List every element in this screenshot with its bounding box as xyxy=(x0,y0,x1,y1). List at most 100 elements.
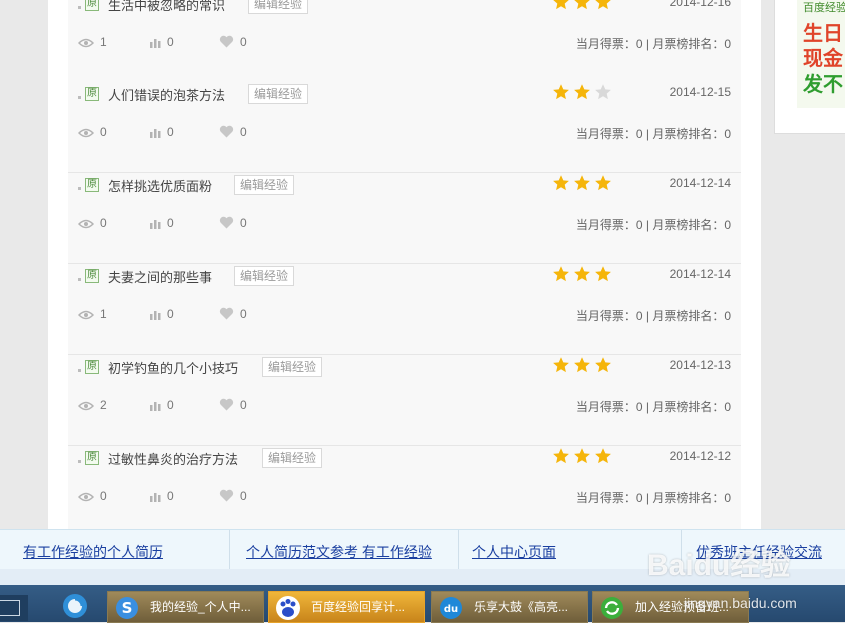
bullet xyxy=(78,187,81,190)
eye-icon xyxy=(77,398,100,412)
edit-experience-button[interactable]: 编辑经验 xyxy=(234,175,295,195)
bullet xyxy=(78,96,81,99)
taskbar-button-baidu[interactable]: 百度经验回享计... xyxy=(268,591,425,623)
eye-icon xyxy=(77,125,100,139)
rating-stars xyxy=(552,83,615,101)
bar-chart-icon xyxy=(150,216,167,230)
experience-title-link[interactable]: 夫妻之间的那些事 xyxy=(108,267,212,286)
eye-icon xyxy=(77,216,100,230)
vote-count: 0 xyxy=(150,35,174,49)
like-count[interactable]: 0 xyxy=(219,307,247,321)
view-count: 1 xyxy=(77,307,107,321)
monthly-rank: 当月得票：0 | 月票榜排名：0 xyxy=(575,218,731,232)
like-count-value: 0 xyxy=(240,398,247,412)
taskbar-button-label: 百度经验回享计... xyxy=(311,600,406,614)
watermark-url: jingyan.baidu.com xyxy=(684,595,797,611)
experience-list: 原生活中被忽略的常识 编辑经验 2014-12-16 1 0 0 当月得票：0 | 月票榜排… xyxy=(48,0,761,530)
divider xyxy=(229,530,230,570)
like-count[interactable]: 0 xyxy=(219,125,247,139)
view-count: 1 xyxy=(77,35,107,49)
star-icon xyxy=(553,175,569,191)
like-count[interactable]: 0 xyxy=(219,35,247,49)
rating-stars xyxy=(552,174,615,192)
taskbar-button-label: 我的经验_个人中... xyxy=(150,600,251,614)
star-icon xyxy=(574,266,590,282)
sidebar-ad[interactable]: 百度经验 生日 现金 发不 xyxy=(774,0,845,134)
browser-pinned-icon[interactable] xyxy=(58,591,92,621)
star-icon xyxy=(595,175,611,191)
list-item: 原夫妻之间的那些事 编辑经验 2014-12-14 1 0 0 当月得票：0 | 月票榜排名… xyxy=(68,264,741,355)
edit-experience-button[interactable]: 编辑经验 xyxy=(248,0,309,14)
star-icon xyxy=(553,357,569,373)
svg-text:S: S xyxy=(122,599,133,617)
like-count[interactable]: 0 xyxy=(219,489,247,503)
heart-icon xyxy=(219,398,240,412)
related-link[interactable]: 个人中心页面 xyxy=(472,542,556,562)
baidu-watermark: Baidu经验 jingyan.baidu.com xyxy=(647,540,837,620)
vote-count-value: 0 xyxy=(167,216,174,230)
vote-count: 0 xyxy=(150,489,174,503)
related-link[interactable]: 有工作经验的个人简历 xyxy=(23,542,163,562)
eye-icon xyxy=(77,489,100,503)
like-count-value: 0 xyxy=(240,216,247,230)
view-count-value: 0 xyxy=(100,216,107,230)
like-count-value: 0 xyxy=(240,489,247,503)
view-count-value: 1 xyxy=(100,35,107,49)
view-count-value: 0 xyxy=(100,125,107,139)
like-count[interactable]: 0 xyxy=(219,398,247,412)
list-item: 原人们错误的泡茶方法 编辑经验 2014-12-15 0 0 0 当月得票：0 | 月票榜排… xyxy=(68,82,741,173)
divider xyxy=(458,530,459,570)
like-count[interactable]: 0 xyxy=(219,216,247,230)
original-badge: 原 xyxy=(85,451,99,465)
publish-date: 2014-12-14 xyxy=(669,267,731,281)
experience-title-link[interactable]: 过敏性鼻炎的治疗方法 xyxy=(108,449,238,468)
experience-title-link[interactable]: 初学钓鱼的几个小技巧 xyxy=(108,358,238,377)
ad-banner[interactable]: 百度经验 生日 现金 发不 xyxy=(797,0,845,108)
bar-chart-icon xyxy=(150,35,167,49)
experience-title-link[interactable]: 生活中被忽略的常识 xyxy=(108,0,225,14)
baidu-paw-icon xyxy=(276,596,300,620)
star-icon xyxy=(553,84,569,100)
star-icon xyxy=(553,0,569,10)
experience-title-link[interactable]: 人们错误的泡茶方法 xyxy=(108,85,225,104)
monthly-rank: 当月得票：0 | 月票榜排名：0 xyxy=(575,491,731,505)
taskbar-button-label: 乐享大鼓《高亮... xyxy=(474,600,569,614)
bar-chart-icon xyxy=(150,489,167,503)
experience-title-link[interactable]: 怎样挑选优质面粉 xyxy=(108,176,212,195)
star-icon xyxy=(595,448,611,464)
list-item: 原初学钓鱼的几个小技巧 编辑经验 2014-12-13 2 0 0 当月得票：0 | 月票榜… xyxy=(68,355,741,446)
star-icon xyxy=(595,266,611,282)
heart-icon xyxy=(219,125,240,139)
view-count: 0 xyxy=(77,489,107,503)
eye-icon xyxy=(77,307,100,321)
heart-icon xyxy=(219,307,240,321)
view-count-value: 0 xyxy=(100,489,107,503)
original-badge: 原 xyxy=(85,0,99,11)
edit-experience-button[interactable]: 编辑经验 xyxy=(262,448,323,468)
vote-count-value: 0 xyxy=(167,307,174,321)
edit-experience-button[interactable]: 编辑经验 xyxy=(248,84,309,104)
view-count: 0 xyxy=(77,125,107,139)
original-badge: 原 xyxy=(85,87,99,101)
vote-count-value: 0 xyxy=(167,35,174,49)
monthly-rank: 当月得票：0 | 月票榜排名：0 xyxy=(575,127,731,141)
monthly-rank: 当月得票：0 | 月票榜排名：0 xyxy=(575,400,731,414)
heart-icon xyxy=(219,35,240,49)
edit-experience-button[interactable]: 编辑经验 xyxy=(262,357,323,377)
publish-date: 2014-12-14 xyxy=(669,176,731,190)
show-desktop-button[interactable] xyxy=(0,595,28,621)
edit-experience-button[interactable]: 编辑经验 xyxy=(234,266,295,286)
list-item: 原过敏性鼻炎的治疗方法 编辑经验 2014-12-12 0 0 0 当月得票：0 | 月票榜… xyxy=(68,446,741,530)
rating-stars xyxy=(552,265,615,283)
rating-stars xyxy=(552,0,615,11)
svg-text:du: du xyxy=(444,604,458,615)
taskbar-button-du[interactable]: du 乐享大鼓《高亮... xyxy=(431,591,588,623)
star-icon xyxy=(553,266,569,282)
star-icon xyxy=(574,357,590,373)
like-count-value: 0 xyxy=(240,35,247,49)
view-count: 0 xyxy=(77,216,107,230)
related-link[interactable]: 个人简历范文参考 有工作经验 xyxy=(246,542,432,562)
star-icon xyxy=(574,448,590,464)
ad-headline-3: 发不 xyxy=(803,74,843,96)
taskbar-button-sogou[interactable]: S 我的经验_个人中... xyxy=(107,591,264,623)
